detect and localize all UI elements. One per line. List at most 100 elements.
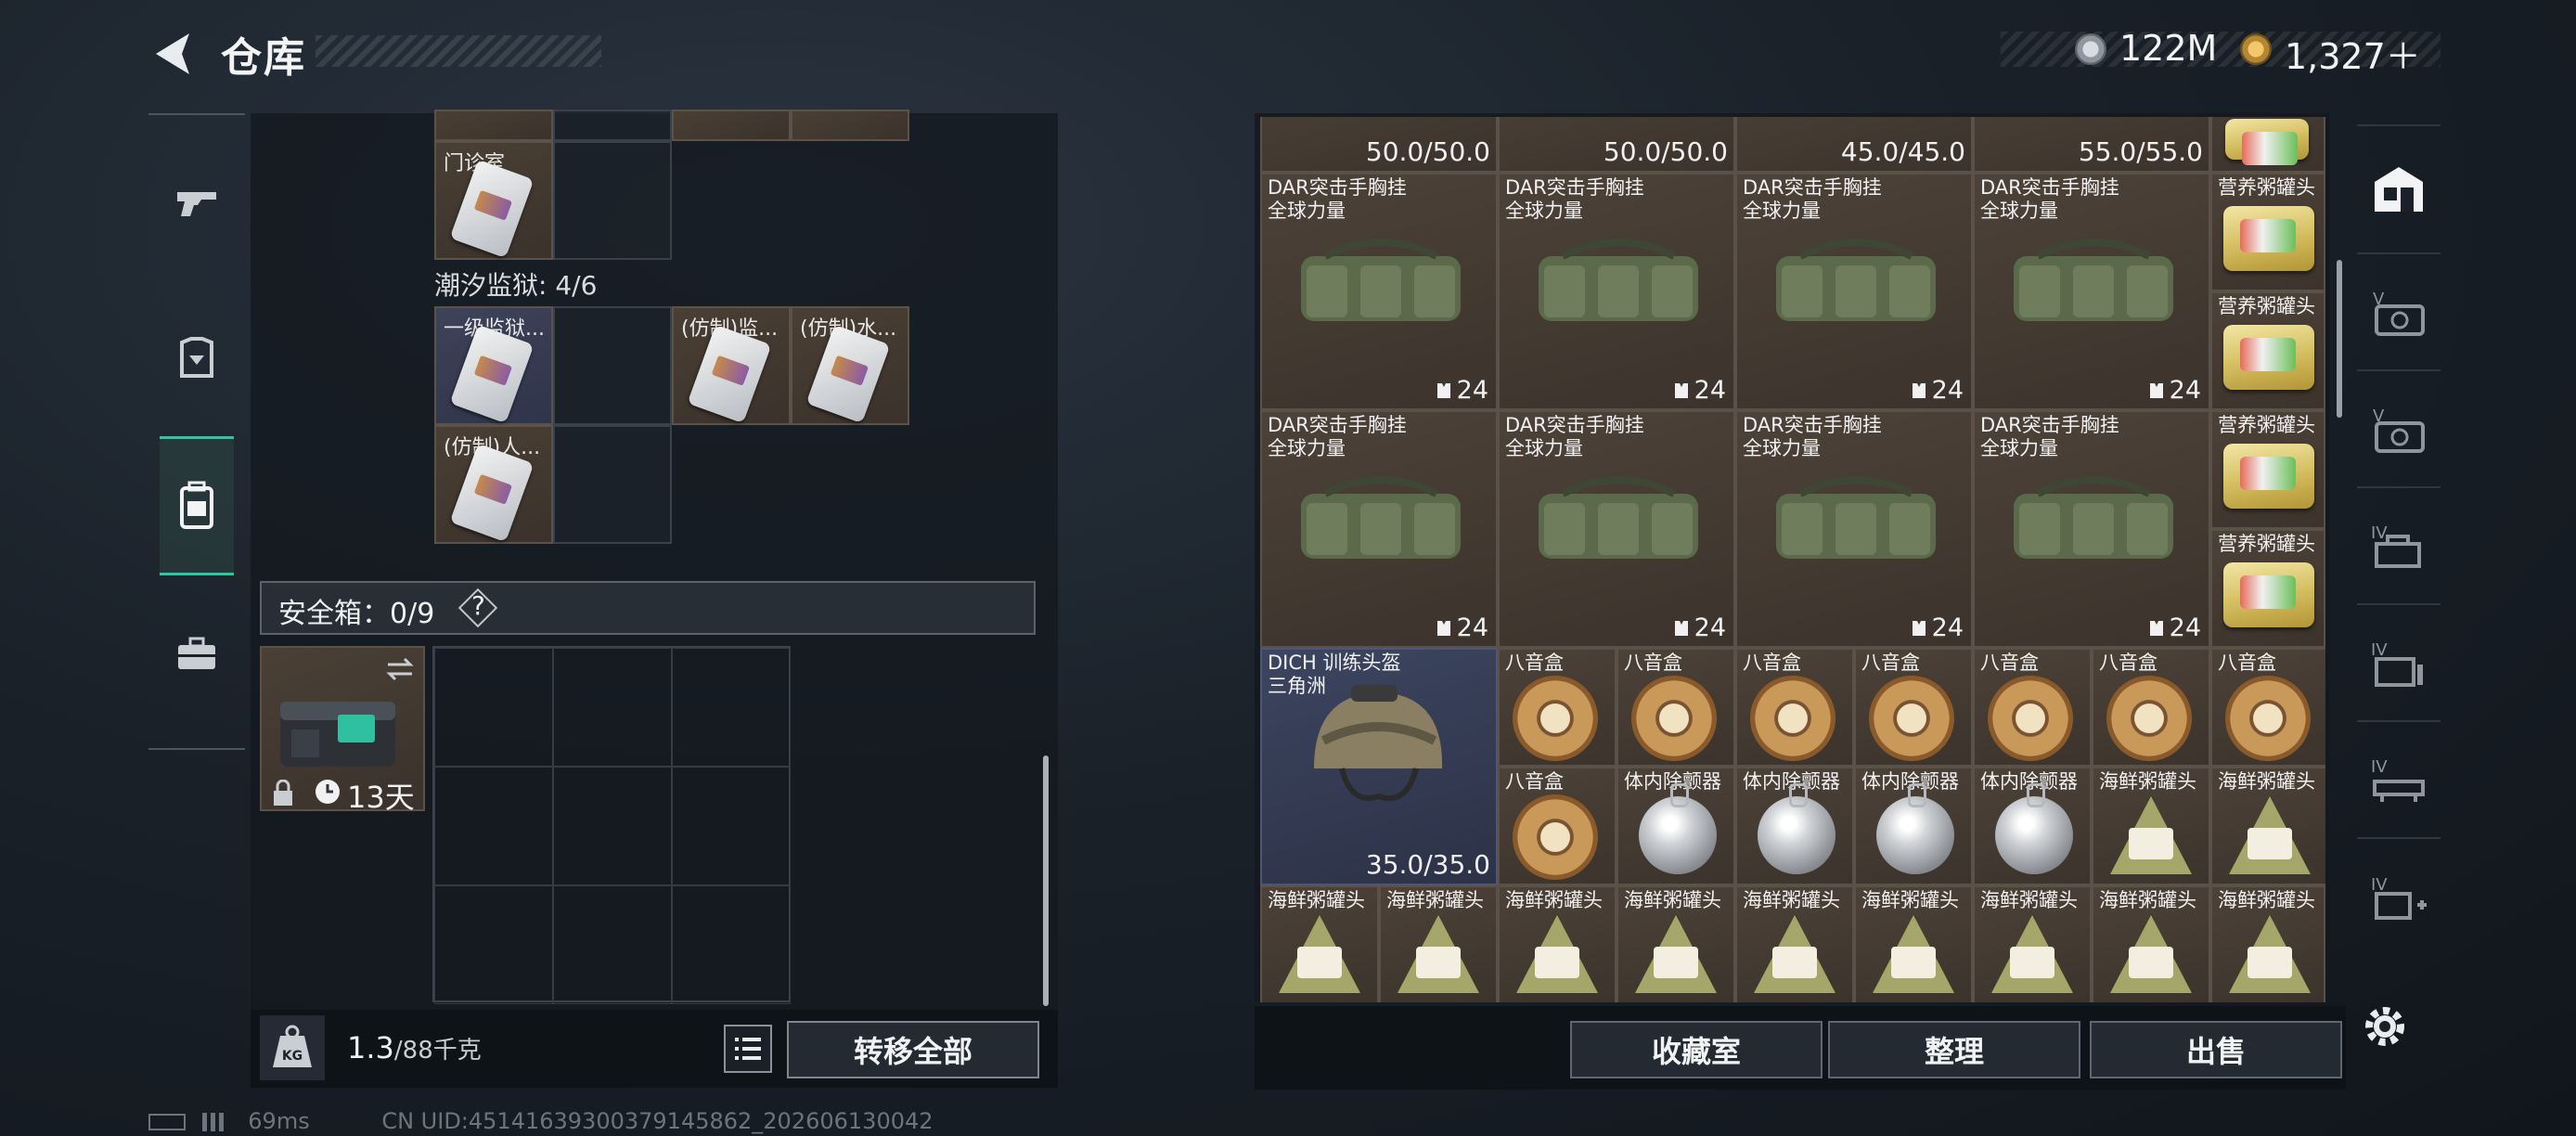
grid-cell[interactable]	[553, 648, 672, 767]
grid-cell[interactable]	[434, 648, 553, 767]
tab-weapon[interactable]	[160, 134, 234, 273]
warehouse-item[interactable]: 55.0/55.0	[1973, 117, 2210, 173]
signal-icon	[201, 1113, 228, 1131]
grid-cell[interactable]	[434, 885, 553, 1004]
swap-icon[interactable]	[384, 655, 416, 683]
music-box-item[interactable]: 八音盒	[1735, 648, 1854, 767]
item-name: 海鲜粥罐头	[1268, 889, 1365, 911]
chest-rig-item[interactable]: DAR突击手胸挂 全球力量 24	[1735, 173, 1973, 410]
defibrillator-item[interactable]: 体内除颤器	[1735, 767, 1854, 885]
key-card-slot[interactable]: (仿制)水...	[791, 306, 909, 425]
tab-armor[interactable]	[160, 288, 234, 427]
key-card-slot[interactable]: (仿制)监...	[672, 306, 791, 425]
grid-cell[interactable]	[553, 885, 672, 1004]
chest-rig-item[interactable]: DAR突击手胸挂 全球力量 24	[1260, 173, 1498, 410]
music-box-item[interactable]: 八音盒	[1498, 648, 1616, 767]
seafood-can-icon	[1754, 915, 1835, 993]
tab-cabinet-v2[interactable]: V	[2357, 371, 2441, 488]
title-decoration	[316, 35, 601, 67]
left-scrollbar[interactable]	[1043, 755, 1049, 1006]
music-box-item[interactable]: 八音盒	[2092, 648, 2210, 767]
collection-room-button[interactable]: 收藏室	[1570, 1021, 1823, 1078]
seafood-can-icon	[1991, 915, 2073, 993]
seafood-porridge-item[interactable]: 海鲜粥罐头	[1379, 885, 1498, 1002]
chest-rig-item[interactable]: DAR突击手胸挂 全球力量 24	[1973, 173, 2210, 410]
chest-rig-icon	[1776, 476, 1936, 559]
nutrition-porridge-item[interactable]: 营养粥罐头	[2210, 529, 2325, 648]
defibrillator-item[interactable]: 体内除颤器	[1616, 767, 1735, 885]
settings-gear-icon[interactable]	[2361, 1000, 2409, 1052]
key-card-slot[interactable]: (仿制)人...	[434, 425, 553, 544]
warehouse-item[interactable]: 45.0/45.0	[1735, 117, 1973, 173]
warehouse-item[interactable]	[2210, 117, 2325, 173]
seafood-porridge-item[interactable]: 海鲜粥罐头	[2210, 767, 2325, 885]
key-card-slot[interactable]: 门诊室	[434, 141, 553, 260]
capacity-icon	[1674, 383, 1688, 398]
grid-cell[interactable]	[434, 110, 553, 141]
helmet-item[interactable]: DICH 训练头盔 三角洲 35.0/35.0	[1260, 648, 1498, 885]
item-name: 八音盒	[1505, 770, 1564, 793]
grid-cell[interactable]	[553, 141, 672, 260]
grid-cell[interactable]	[553, 306, 672, 425]
grid-cell[interactable]	[791, 110, 909, 141]
key-card-slot[interactable]: 一级监狱...	[434, 306, 553, 425]
seafood-porridge-item[interactable]: 海鲜粥罐头	[1854, 885, 1973, 1002]
seafood-porridge-item[interactable]: 海鲜粥罐头	[1616, 885, 1735, 1002]
back-arrow-icon[interactable]	[148, 28, 199, 80]
list-view-button[interactable]	[724, 1025, 772, 1073]
seafood-porridge-item[interactable]: 海鲜粥罐头	[1973, 885, 2092, 1002]
lock-icon	[274, 780, 292, 806]
defibrillator-item[interactable]: 体内除颤器	[1854, 767, 1973, 885]
grid-cell[interactable]	[672, 767, 791, 885]
organize-button[interactable]: 整理	[1828, 1021, 2080, 1078]
grid-cell[interactable]	[553, 425, 672, 544]
music-box-item[interactable]: 八音盒	[1616, 648, 1735, 767]
music-box-item[interactable]: 八音盒	[1854, 648, 1973, 767]
capacity-badge: 24	[1672, 376, 1726, 405]
music-box-item[interactable]: 八音盒	[2210, 648, 2325, 767]
chest-rig-item[interactable]: DAR突击手胸挂 全球力量 24	[1260, 410, 1498, 648]
right-scrollbar[interactable]	[2337, 260, 2342, 418]
seafood-porridge-item[interactable]: 海鲜粥罐头	[1735, 885, 1854, 1002]
seafood-porridge-item[interactable]: 海鲜粥罐头	[2210, 885, 2325, 1002]
help-mark[interactable]: ?	[471, 590, 485, 621]
tab-shelf-iv[interactable]: IV	[2357, 605, 2441, 722]
defibrillator-item[interactable]: 体内除颤器	[1973, 767, 2092, 885]
chest-rig-item[interactable]: DAR突击手胸挂 全球力量 24	[1498, 410, 1735, 648]
nutrition-porridge-item[interactable]: 营养粥罐头	[2210, 291, 2325, 410]
tab-tools[interactable]	[160, 585, 234, 724]
tab-safehouse[interactable]	[2357, 124, 2441, 254]
gold-currency-value[interactable]: 1,327＋	[2285, 28, 2421, 79]
seafood-porridge-item[interactable]: 海鲜粥罐头	[1260, 885, 1379, 1002]
chest-rig-item[interactable]: DAR突击手胸挂 全球力量 24	[1973, 410, 2210, 648]
tab-add-iv[interactable]: IV	[2357, 839, 2441, 956]
grid-cell[interactable]	[434, 767, 553, 885]
warehouse-item[interactable]: 50.0/50.0	[1498, 117, 1735, 173]
music-box-item[interactable]: 八音盒	[1498, 767, 1616, 885]
grid-cell[interactable]	[553, 767, 672, 885]
grid-cell[interactable]	[672, 648, 791, 767]
seafood-porridge-item[interactable]: 海鲜粥罐头	[1498, 885, 1616, 1002]
nutrition-porridge-item[interactable]: 营养粥罐头	[2210, 410, 2325, 529]
tab-cabinet-v1[interactable]: V	[2357, 254, 2441, 371]
seafood-porridge-item[interactable]: 海鲜粥罐头	[2092, 885, 2210, 1002]
chest-rig-icon	[1539, 239, 1698, 321]
grid-cell[interactable]	[672, 110, 791, 141]
nutrition-porridge-item[interactable]: 营养粥罐头	[2210, 173, 2325, 291]
item-name: 八音盒	[2099, 652, 2157, 674]
chest-rig-item[interactable]: DAR突击手胸挂 全球力量 24	[1735, 410, 1973, 648]
svg-text:IV: IV	[2371, 875, 2388, 895]
safebox-item[interactable]: 13天	[260, 646, 425, 815]
seafood-porridge-item[interactable]: 海鲜粥罐头	[2092, 767, 2210, 885]
grid-cell[interactable]	[672, 885, 791, 1004]
sell-button[interactable]: 出售	[2090, 1021, 2342, 1078]
tab-backpack[interactable]	[160, 436, 234, 575]
grid-cell[interactable]	[553, 110, 672, 141]
chest-rig-item[interactable]: DAR突击手胸挂 全球力量 24	[1498, 173, 1735, 410]
capacity-icon	[2149, 383, 2163, 398]
warehouse-item[interactable]: 50.0/50.0	[1260, 117, 1498, 173]
music-box-item[interactable]: 八音盒	[1973, 648, 2092, 767]
tab-cabinet-iv1[interactable]: IV	[2357, 488, 2441, 605]
tab-rack-iv[interactable]: IV	[2357, 722, 2441, 839]
transfer-all-button[interactable]: 转移全部	[787, 1021, 1039, 1078]
